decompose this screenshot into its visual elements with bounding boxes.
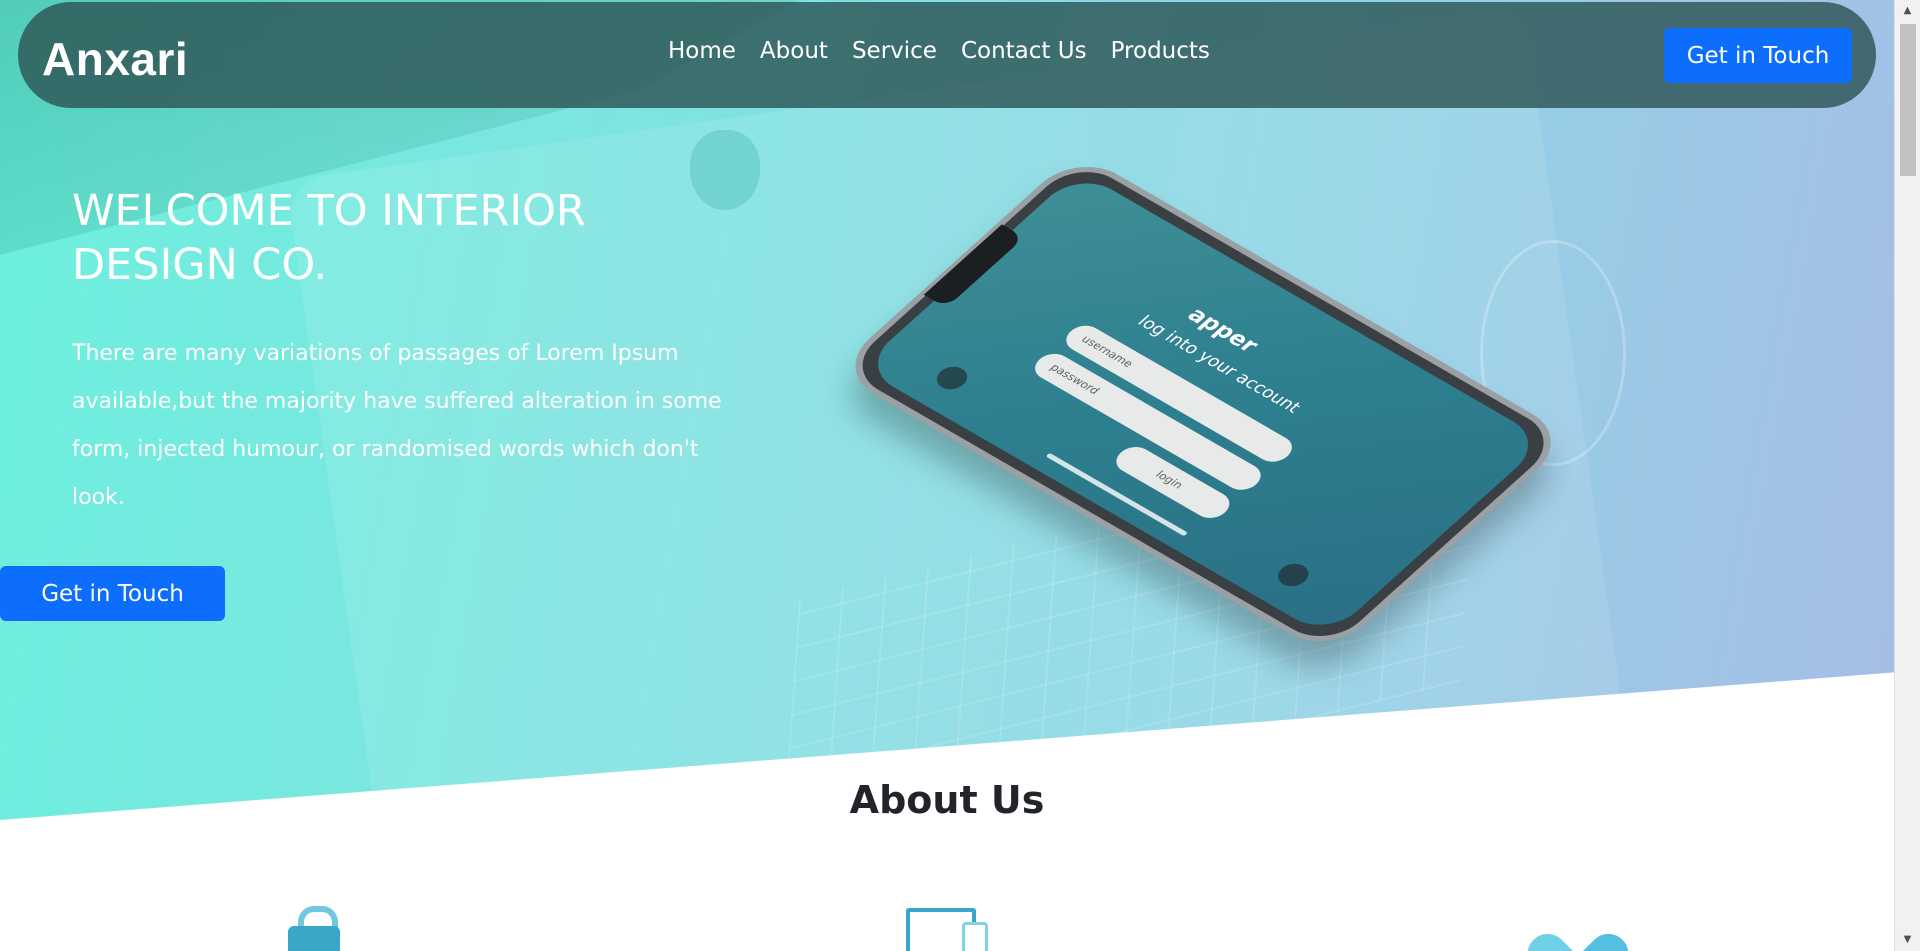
lock-body [288, 926, 340, 951]
nav-link-products[interactable]: Products [1111, 38, 1210, 64]
nav-link-about[interactable]: About [760, 38, 828, 64]
nav-link-service[interactable]: Service [852, 38, 937, 64]
flashlight-icon [930, 362, 974, 394]
brand-logo[interactable]: Anxari [42, 32, 188, 86]
camera-icon [1271, 559, 1315, 591]
hero-description: There are many variations of passages of… [72, 341, 722, 510]
navbar: Anxari Home About Service Contact Us Pro… [18, 2, 1876, 108]
nav-links: Home About Service Contact Us Products [668, 38, 1210, 64]
about-us-heading: About Us [849, 778, 1045, 822]
scroll-down-arrow-icon[interactable]: ▼ [1895, 929, 1920, 951]
vertical-scrollbar[interactable]: ▲ ▼ [1894, 0, 1920, 951]
nav-link-contact-us[interactable]: Contact Us [961, 38, 1087, 64]
tablet-shape [962, 922, 988, 951]
heart-lobe-right [1566, 925, 1637, 951]
heart-icon [1519, 906, 1637, 951]
heart-lobe-left [1519, 925, 1590, 951]
scroll-thumb[interactable] [1900, 24, 1916, 176]
hero-section: WELCOME TO INTERIOR DESIGN CO. There are… [0, 0, 1894, 820]
lock-icon [288, 906, 340, 951]
hero-title: WELCOME TO INTERIOR DESIGN CO. [72, 186, 586, 290]
devices-icon [906, 906, 990, 951]
page-viewport: WELCOME TO INTERIOR DESIGN CO. There are… [0, 0, 1894, 951]
nav-get-in-touch-button[interactable]: Get in Touch [1664, 28, 1852, 83]
scroll-up-arrow-icon[interactable]: ▲ [1895, 0, 1920, 22]
nav-link-home[interactable]: Home [668, 38, 736, 64]
hero-get-in-touch-button[interactable]: Get in Touch [0, 566, 225, 621]
